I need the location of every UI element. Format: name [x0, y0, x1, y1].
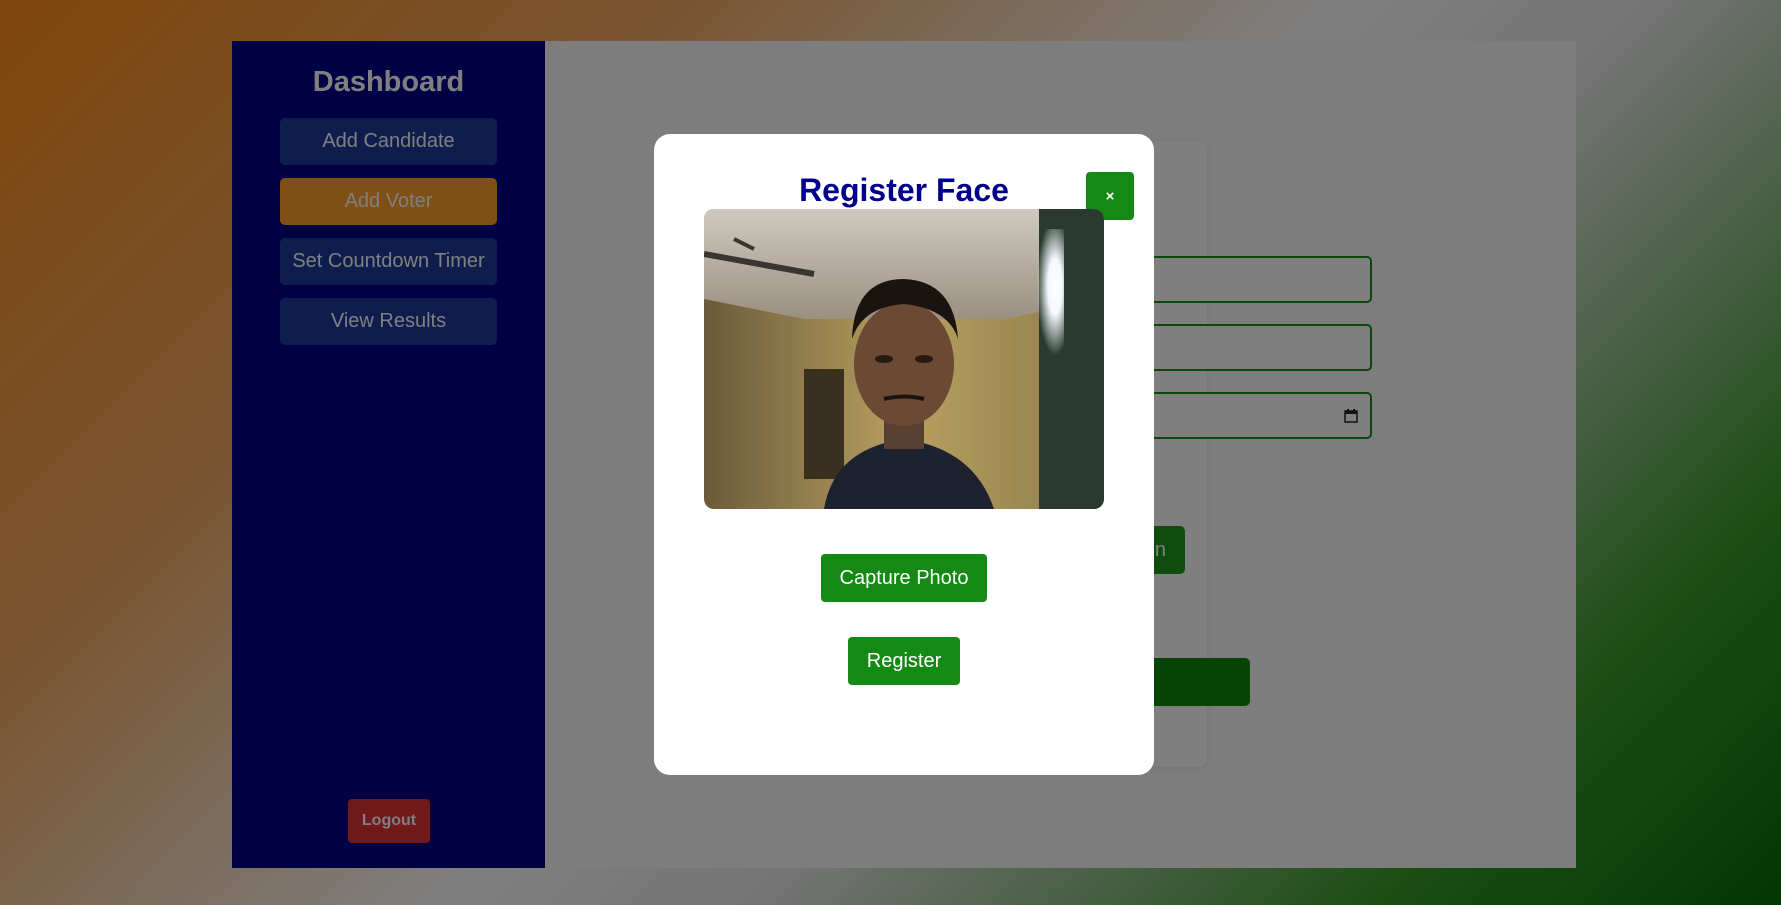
modal-title: Register Face [799, 172, 1009, 208]
register-face-modal: Register Face × Capture Photo Register [654, 134, 1154, 775]
register-button[interactable]: Register [848, 637, 960, 685]
camera-preview [704, 209, 1104, 509]
capture-photo-button[interactable]: Capture Photo [821, 554, 987, 602]
close-icon: × [1105, 187, 1115, 205]
webcam-image [704, 209, 1104, 509]
